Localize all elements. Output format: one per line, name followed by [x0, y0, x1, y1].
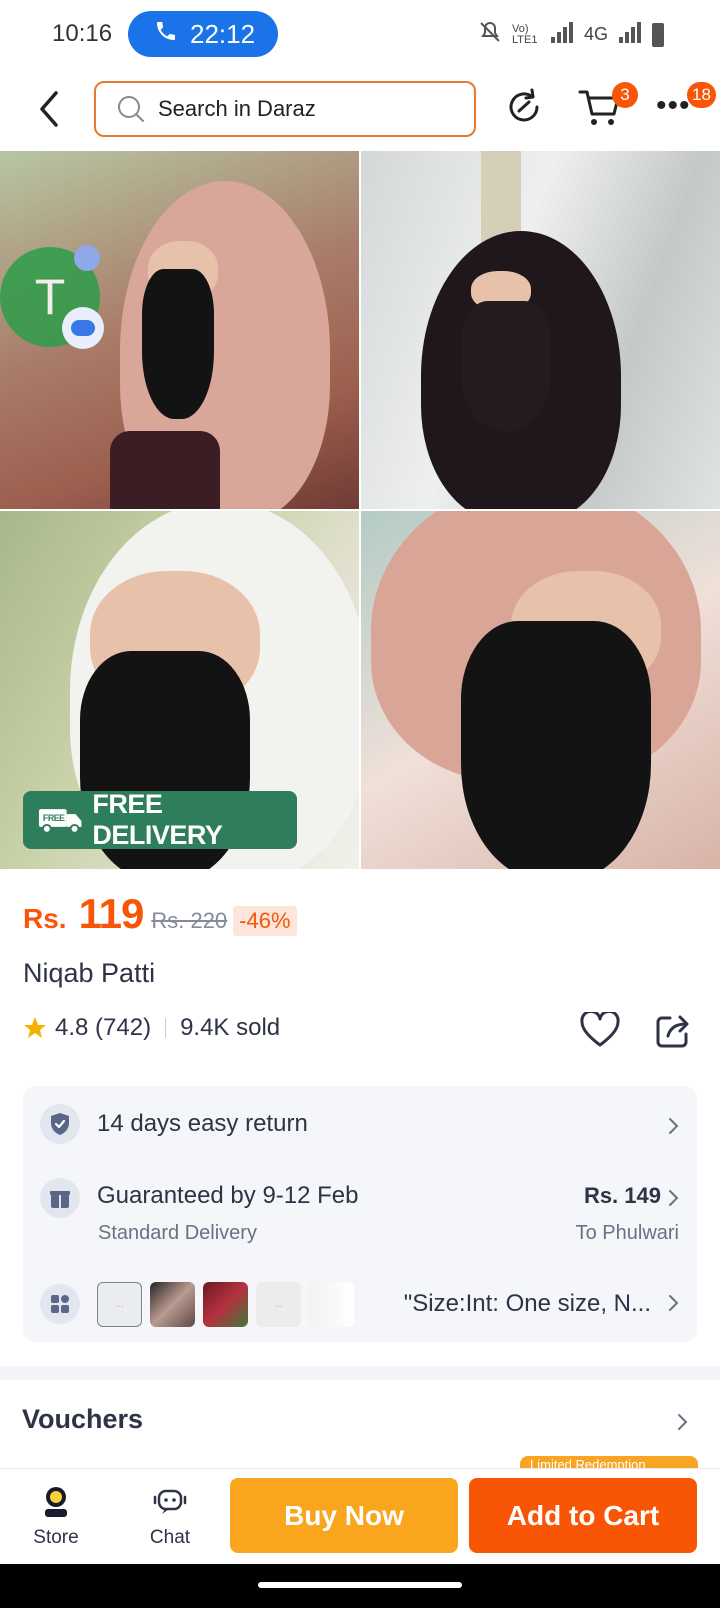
variant-thumb[interactable]: ...	[97, 1282, 142, 1327]
chat-headset-icon	[153, 1489, 187, 1514]
buy-now-button[interactable]: Buy Now	[230, 1478, 458, 1553]
variant-thumbnails[interactable]: ... ...	[97, 1282, 354, 1327]
sold-count: 9.4K sold	[180, 1014, 281, 1041]
delivery-truck-icon: FREE	[38, 809, 82, 834]
chat-tab[interactable]: Chat	[144, 1483, 196, 1549]
phone-icon	[154, 19, 178, 50]
variants-grid-icon	[40, 1284, 80, 1324]
product-photo-2[interactable]	[361, 151, 720, 509]
call-timer: 22:12	[190, 18, 256, 49]
delivery-gift-icon	[40, 1178, 80, 1218]
refresh-icon[interactable]	[504, 86, 544, 128]
variant-thumb[interactable]	[150, 1282, 195, 1327]
system-navigation-bar	[0, 1564, 720, 1608]
free-delivery-label: FREE DELIVERY	[92, 789, 223, 850]
back-arrow-icon[interactable]	[34, 88, 66, 130]
bottom-action-bar: Store Chat Buy Now Add to Cart	[0, 1468, 720, 1564]
discount-badge: -46%	[233, 906, 297, 936]
svg-text:FREE: FREE	[43, 813, 65, 823]
bubble-chat-icon	[62, 307, 104, 349]
free-delivery-badge: FREE FREE DELIVERY	[23, 789, 297, 850]
ongoing-call-pill[interactable]: 22:12	[128, 11, 278, 57]
variant-thumb[interactable]: ...	[256, 1282, 301, 1327]
return-chevron-icon[interactable]	[667, 1116, 681, 1136]
store-tab[interactable]: Store	[30, 1483, 82, 1549]
bubble-status-dot	[74, 245, 100, 271]
status-icons: Vo) LTE1 4G	[478, 20, 664, 49]
status-time: 10:16	[52, 20, 113, 47]
status-bar: 10:16 22:12 Vo) LTE1 4G	[0, 0, 720, 70]
rating-row[interactable]: 4.8 (742) 9.4K sold	[23, 1014, 280, 1042]
price-value: 119	[78, 890, 145, 937]
store-label: Store	[33, 1527, 79, 1548]
delivery-price: Rs. 149	[583, 1183, 661, 1208]
network-label: 4G	[583, 24, 608, 44]
more-options-icon[interactable]: •••	[656, 91, 691, 121]
variant-chevron-icon[interactable]	[667, 1293, 681, 1313]
more-count-badge: 18	[687, 82, 716, 108]
section-divider	[0, 1366, 720, 1380]
delivery-type-text: Standard Delivery	[98, 1222, 257, 1244]
product-gallery[interactable]: T FREE FREE DELIVERY	[0, 151, 720, 869]
chat-label: Chat	[149, 1527, 191, 1548]
search-input[interactable]: Search in Daraz	[94, 81, 476, 137]
product-photo-4[interactable]	[361, 511, 720, 869]
original-price: Rs. 220	[151, 908, 228, 933]
vouchers-title[interactable]: Vouchers	[22, 1404, 143, 1435]
variant-thumb[interactable]	[309, 1282, 354, 1327]
delivery-destination: To Phulwari	[575, 1222, 679, 1244]
rating-value: 4.8 (742)	[55, 1014, 152, 1041]
product-title: Niqab Patti	[23, 958, 156, 988]
delivery-chevron-icon[interactable]	[667, 1188, 681, 1208]
rating-divider	[165, 1018, 167, 1038]
search-icon	[118, 96, 144, 122]
variant-thumb[interactable]	[203, 1282, 248, 1327]
price-currency: Rs.	[23, 903, 67, 934]
bubble-letter: T	[34, 269, 66, 325]
variant-summary[interactable]: "Size:Int: One size, N...	[404, 1290, 651, 1318]
star-icon	[24, 1017, 46, 1038]
store-logo-icon	[45, 1487, 67, 1517]
cart-count-badge: 3	[612, 82, 638, 108]
limited-redemption-tag: Limited Redemption	[520, 1456, 698, 1468]
home-gesture-pill[interactable]	[258, 1582, 462, 1588]
add-to-cart-button[interactable]: Add to Cart	[469, 1478, 697, 1553]
return-policy-text[interactable]: 14 days easy return	[97, 1110, 308, 1138]
mute-icon	[478, 20, 502, 49]
price-row: Rs. 119 Rs. 220 -46%	[23, 890, 297, 938]
wishlist-heart-icon[interactable]	[580, 1012, 620, 1048]
share-icon[interactable]	[654, 1012, 692, 1050]
signal-icon	[550, 21, 574, 48]
search-placeholder: Search in Daraz	[158, 96, 316, 121]
vouchers-chevron-icon[interactable]	[676, 1412, 690, 1432]
volte-label: Vo) LTE1	[511, 22, 538, 46]
battery-icon	[652, 22, 664, 47]
product-info-card: 14 days easy return Guaranteed by 9-12 F…	[23, 1086, 697, 1342]
delivery-guarantee-text[interactable]: Guaranteed by 9-12 Feb	[97, 1182, 359, 1210]
return-shield-icon	[40, 1104, 80, 1144]
top-nav: Search in Daraz 3 ••• 18	[0, 70, 720, 150]
signal-icon-2	[618, 21, 642, 48]
